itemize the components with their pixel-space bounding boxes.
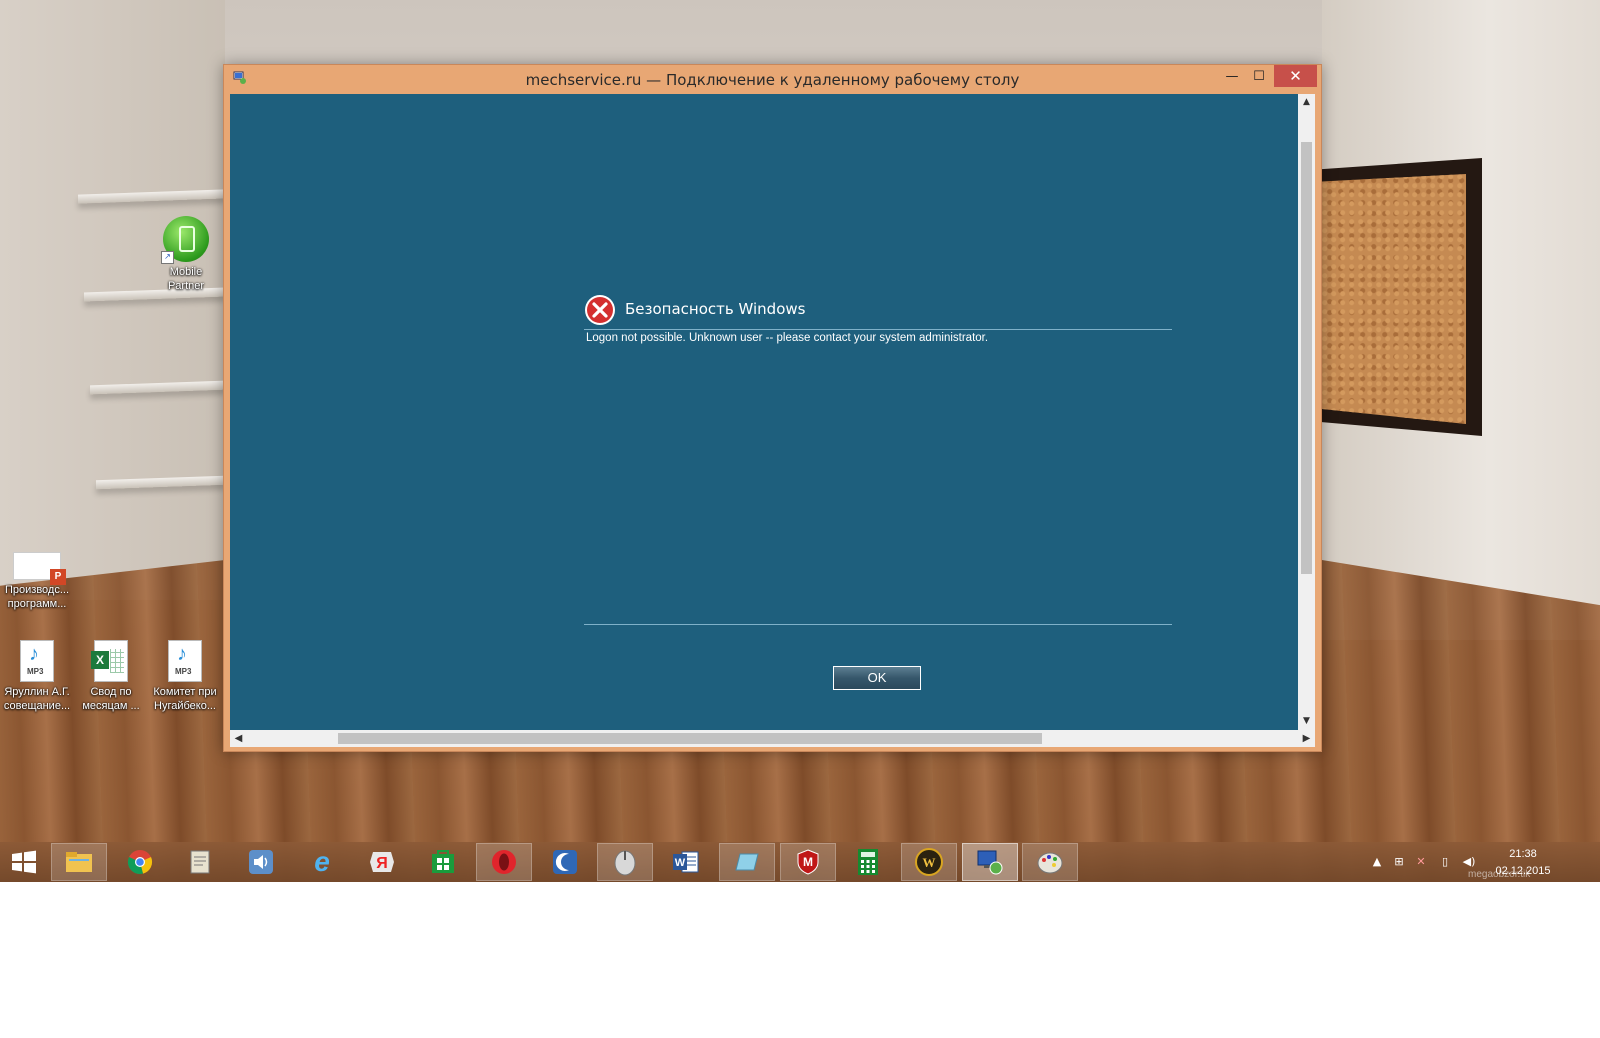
yandex-icon: Я [368,848,396,876]
window-title: mechservice.ru — Подключение к удаленном… [525,71,1020,89]
desktop-icon-mp3-yarullin[interactable]: ♪ MP3 Яруллин А.Г. совещание... [0,640,74,713]
taskbar-file-explorer[interactable] [51,843,107,881]
remote-desktop-icon [976,848,1004,876]
opera-icon [490,848,518,876]
excel-file-icon: X [91,640,128,682]
taskbar-windows-store[interactable] [415,843,471,881]
scroll-right-arrow-icon[interactable]: ▶ [1298,730,1315,747]
calculator-icon [854,848,882,876]
warcraft-icon: W [915,848,943,876]
taskbar-notes-app[interactable] [172,843,228,881]
svg-text:W: W [675,857,686,869]
paint-icon [1036,848,1064,876]
notepad-icon [186,848,214,876]
error-message: Logon not possible. Unknown user -- plea… [586,332,989,344]
action-center-icon[interactable]: ⊞ [1392,855,1406,869]
mobile-partner-icon: ↗ [161,216,209,264]
eraser-icon [733,848,761,876]
svg-text:W: W [923,855,936,870]
crescent-icon [551,848,579,876]
error-icon [585,295,615,325]
taskbar-internet-explorer[interactable]: e [294,843,350,881]
ok-button[interactable]: OK [833,666,921,690]
speaker-icon [247,848,275,876]
desktop-icon-excel-svod[interactable]: X Свод по месяцам ... [74,640,148,713]
window-titlebar[interactable]: mechservice.ru — Подключение к удаленном… [224,65,1321,94]
mp3-file-icon: ♪ MP3 [168,640,202,682]
taskbar-mcafee[interactable]: M [780,843,836,881]
volume-icon[interactable]: ◀) [1462,855,1476,869]
watermark: megaobzor.tik [1468,869,1531,880]
remote-session-screen[interactable]: Безопасность Windows Logon not possible.… [230,94,1298,730]
desktop-icon-label: Яруллин А.Г. совещание... [3,686,71,712]
scroll-up-arrow-icon[interactable]: ▲ [1298,94,1315,111]
battery-icon[interactable]: ▯ [1438,855,1452,869]
start-windows-icon[interactable] [8,848,40,876]
divider [584,624,1172,625]
taskbar-eraser-app[interactable] [719,843,775,881]
minimize-icon: — [1225,68,1239,84]
store-icon [429,848,457,876]
horizontal-scrollbar[interactable]: ◀ ▶ [230,730,1315,747]
remote-desktop-window: mechservice.ru — Подключение к удаленном… [223,64,1322,752]
vertical-scrollbar[interactable]: ▲ ▼ [1298,94,1315,730]
horizontal-scroll-thumb[interactable] [338,733,1042,744]
taskbar: e Я W M W ▲ ⊞ ✕ ▯ ◀) 21:38 02.12.2015 [0,842,1600,882]
minimize-button[interactable]: — [1219,65,1245,87]
word-icon: W [672,848,700,876]
desktop: ↗ Mobile Partner P Производс... программ… [0,0,1600,882]
scroll-left-arrow-icon[interactable]: ◀ [230,730,247,747]
corkboard [1322,174,1466,424]
chrome-icon [126,848,154,876]
scroll-down-arrow-icon[interactable]: ▼ [1298,713,1315,730]
taskbar-chrome[interactable] [112,843,168,881]
taskbar-word[interactable]: W [658,843,714,881]
system-tray: ▲ ⊞ ✕ ▯ ◀) [1370,842,1480,882]
taskbar-warcraft[interactable]: W [901,843,957,881]
folder-icon [65,848,93,876]
close-icon: ✕ [1289,67,1302,85]
svg-text:M: M [803,855,813,869]
taskbar-mouse-app[interactable] [597,843,653,881]
desktop-icon-mp3-komitet[interactable]: ♪ MP3 Комитет при Нугайбеко... [148,640,222,713]
desktop-icon-mobile-partner[interactable]: ↗ Mobile Partner [149,216,223,293]
security-dialog-title: Безопасность Windows [625,300,806,318]
mp3-file-icon: ♪ MP3 [20,640,54,682]
taskbar-moon-app[interactable] [537,843,593,881]
taskbar-paint[interactable] [1022,843,1078,881]
desktop-icon-label: Производс... программ... [4,584,69,610]
powerpoint-file-icon: P [13,552,66,585]
ie-icon: e [314,846,330,877]
maximize-button[interactable]: ☐ [1246,65,1272,87]
show-hidden-icons-icon[interactable]: ▲ [1370,855,1384,869]
vertical-scroll-thumb[interactable] [1301,142,1312,574]
network-icon[interactable]: ✕ [1414,855,1428,869]
desktop-icon-label: Mobile Partner [167,266,205,292]
close-button[interactable]: ✕ [1274,65,1317,87]
desktop-icon-label: Свод по месяцам ... [82,686,140,712]
mcafee-icon: M [794,848,822,876]
taskbar-calculator[interactable] [840,843,896,881]
svg-text:Я: Я [376,855,388,872]
taskbar-yandex-browser[interactable]: Я [354,843,410,881]
desktop-icon-label: Комитет при Нугайбеко... [153,686,217,712]
maximize-icon: ☐ [1253,68,1265,84]
clock-time[interactable]: 21:38 [1498,848,1548,860]
taskbar-remote-desktop[interactable] [962,843,1018,881]
desktop-icon-presentation[interactable]: P Производс... программ... [0,552,74,611]
taskbar-opera[interactable] [476,843,532,881]
taskbar-audio-player[interactable] [233,843,289,881]
divider [584,329,1172,330]
mouse-icon [611,848,639,876]
